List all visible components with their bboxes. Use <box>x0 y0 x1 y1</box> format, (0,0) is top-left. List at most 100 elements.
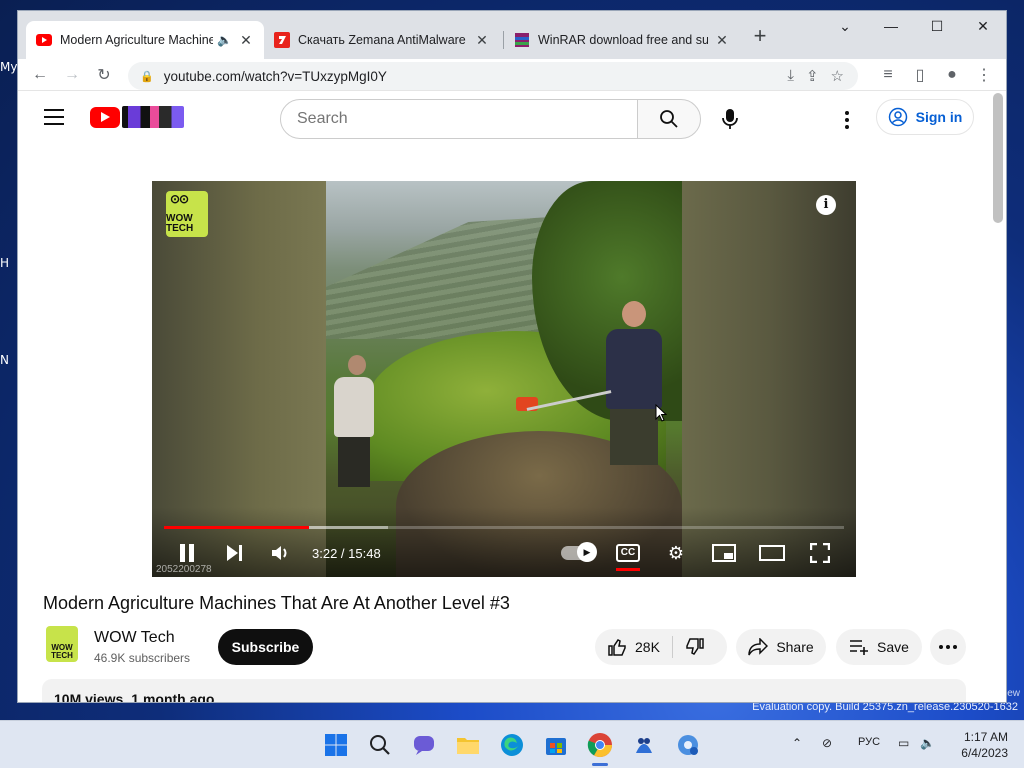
close-window-button[interactable]: ✕ <box>960 11 1006 41</box>
captions-button[interactable]: CC <box>614 539 642 567</box>
clock[interactable]: 1:17 AM 6/4/2023 <box>952 729 1008 761</box>
sign-in-button[interactable]: Sign in <box>876 99 974 135</box>
search-icon[interactable] <box>366 731 394 759</box>
time-display: 3:22 / 15:48 <box>312 546 381 561</box>
video-hedge-trimmer <box>516 389 612 413</box>
page-scrollbar[interactable] <box>993 93 1003 223</box>
zemana-icon <box>274 32 290 48</box>
back-icon[interactable]: ← <box>28 63 52 87</box>
description-box[interactable]: 10M views 1 month ago <box>42 679 966 702</box>
volume-icon[interactable] <box>268 539 294 567</box>
start-icon[interactable] <box>322 731 350 759</box>
volume-icon[interactable]: 🔈 <box>920 736 935 750</box>
url-text: youtube.com/watch?v=TUxzypMgI0Y <box>163 68 387 84</box>
clock-time: 1:17 AM <box>963 730 1008 744</box>
tab-title: Modern Agriculture Machines That Are At … <box>60 33 214 47</box>
tab-title: Скачать Zemana AntiMalware <box>298 33 466 47</box>
channel-name[interactable]: WOW Tech <box>94 629 175 647</box>
video-person-right <box>606 301 666 471</box>
maximize-button[interactable]: ☐ <box>914 11 960 41</box>
view-count: 10M views <box>54 691 124 702</box>
desktop-icon-label-3[interactable]: N <box>0 353 9 367</box>
subscribe-button[interactable]: Subscribe <box>218 629 313 665</box>
autoplay-toggle[interactable] <box>560 539 597 567</box>
settings-menu-button[interactable] <box>832 105 862 135</box>
settings-icon[interactable] <box>674 731 702 759</box>
mouse-cursor-icon <box>655 404 667 422</box>
info-icon[interactable]: i <box>816 195 836 215</box>
display-icon[interactable]: ▭ <box>898 736 909 750</box>
edge-icon[interactable] <box>498 731 526 759</box>
yt-header: Sign in <box>18 91 988 147</box>
install-icon[interactable]: ⤓ <box>787 67 794 85</box>
app-icon[interactable] <box>630 731 658 759</box>
tab-title: WinRAR download free and support <box>538 33 708 47</box>
upload-date: 1 month ago <box>131 691 215 702</box>
lock-icon[interactable]: 🔒 <box>140 70 154 83</box>
next-icon[interactable] <box>222 539 248 567</box>
file-explorer-icon[interactable] <box>454 731 482 759</box>
bookmark-star-icon[interactable]: ☆ <box>831 67 844 85</box>
like-button[interactable]: 28K <box>595 629 672 665</box>
progress-bar[interactable] <box>164 526 844 529</box>
voice-search-button[interactable] <box>710 99 750 139</box>
channel-avatar[interactable]: WOW TECH <box>46 626 78 662</box>
thumbs-down-icon <box>686 638 704 655</box>
language-indicator[interactable]: РУС <box>858 736 880 748</box>
evaluation-watermark: Evaluation copy. Build 25375.zn_release.… <box>752 701 1018 713</box>
youtube-logo[interactable] <box>90 106 184 128</box>
close-tab-icon[interactable]: ✕ <box>238 32 254 49</box>
search-input[interactable] <box>297 110 637 128</box>
watermark-fragment: ew <box>1007 688 1020 699</box>
video-player[interactable]: ⊙⊙ WOW TECH i 3:22 / 15:48 2052200278 ▶ … <box>152 181 856 577</box>
menu-icon[interactable] <box>44 109 64 125</box>
tab-youtube[interactable]: Modern Agriculture Machines That Are At … <box>26 21 264 59</box>
pause-icon[interactable] <box>174 539 200 567</box>
tab-winrar[interactable]: WinRAR download free and support ✕ <box>504 21 740 59</box>
fullscreen-icon[interactable] <box>806 539 834 567</box>
tray-overflow-icon[interactable]: ⌃ <box>792 736 802 750</box>
tab-search-icon[interactable]: ⌄ <box>822 11 868 41</box>
owl-eyes-icon: ⊙⊙ <box>170 192 189 206</box>
speaker-icon[interactable]: 🔈 <box>217 33 232 47</box>
search-bar <box>280 99 638 139</box>
desktop-icon-label-1[interactable]: My <box>0 60 17 74</box>
channel-watermark-text: WOW TECH <box>166 213 194 234</box>
chrome-window: Modern Agriculture Machines That Are At … <box>18 11 1006 702</box>
network-icon[interactable]: ⊘ <box>822 736 832 750</box>
close-tab-icon[interactable]: ✕ <box>474 32 490 49</box>
close-tab-icon[interactable]: ✕ <box>714 32 730 49</box>
minimize-button[interactable]: — <box>868 11 914 41</box>
theater-mode-icon[interactable] <box>758 539 786 567</box>
gear-icon[interactable]: ⚙ <box>662 539 690 567</box>
save-button[interactable]: Save <box>836 629 922 665</box>
chrome-active-indicator <box>592 763 608 766</box>
desktop-icon-label-2[interactable]: H <box>0 256 9 270</box>
like-count: 28K <box>635 639 660 655</box>
reading-list-icon[interactable]: ≡ <box>876 63 900 87</box>
search-button[interactable] <box>637 99 701 139</box>
share-page-icon[interactable]: ⇪ <box>806 67 819 85</box>
tab-zemana[interactable]: Скачать Zemana AntiMalware ✕ <box>264 21 500 59</box>
chat-icon[interactable] <box>410 731 438 759</box>
forward-icon[interactable]: → <box>60 63 84 87</box>
taskbar: ⌃ ⊘ РУС ▭ 🔈 1:17 AM 6/4/2023 <box>0 720 1024 768</box>
captions-icon: CC <box>615 544 641 562</box>
omnibox-actions: ⤓ ⇪ ☆ <box>787 67 844 85</box>
reload-icon[interactable]: ↻ <box>92 63 116 87</box>
channel-watermark[interactable]: ⊙⊙ WOW TECH <box>166 191 208 237</box>
store-icon[interactable] <box>542 731 570 759</box>
dislike-button[interactable] <box>673 629 717 665</box>
microphone-icon <box>722 109 738 129</box>
side-panel-icon[interactable]: ▯ <box>908 63 932 87</box>
chrome-menu-icon[interactable]: ⋮ <box>972 63 996 87</box>
chrome-icon[interactable] <box>586 731 614 759</box>
more-actions-button[interactable] <box>930 629 966 665</box>
address-bar[interactable]: 🔒 youtube.com/watch?v=TUxzypMgI0Y ⤓ ⇪ ☆ <box>128 62 858 90</box>
youtube-doodle <box>122 106 184 128</box>
new-tab-button[interactable]: + <box>748 25 772 49</box>
share-button[interactable]: Share <box>736 629 826 665</box>
miniplayer-icon[interactable] <box>710 539 738 567</box>
profile-icon[interactable]: ● <box>940 63 964 87</box>
thumbs-up-icon <box>608 639 626 656</box>
